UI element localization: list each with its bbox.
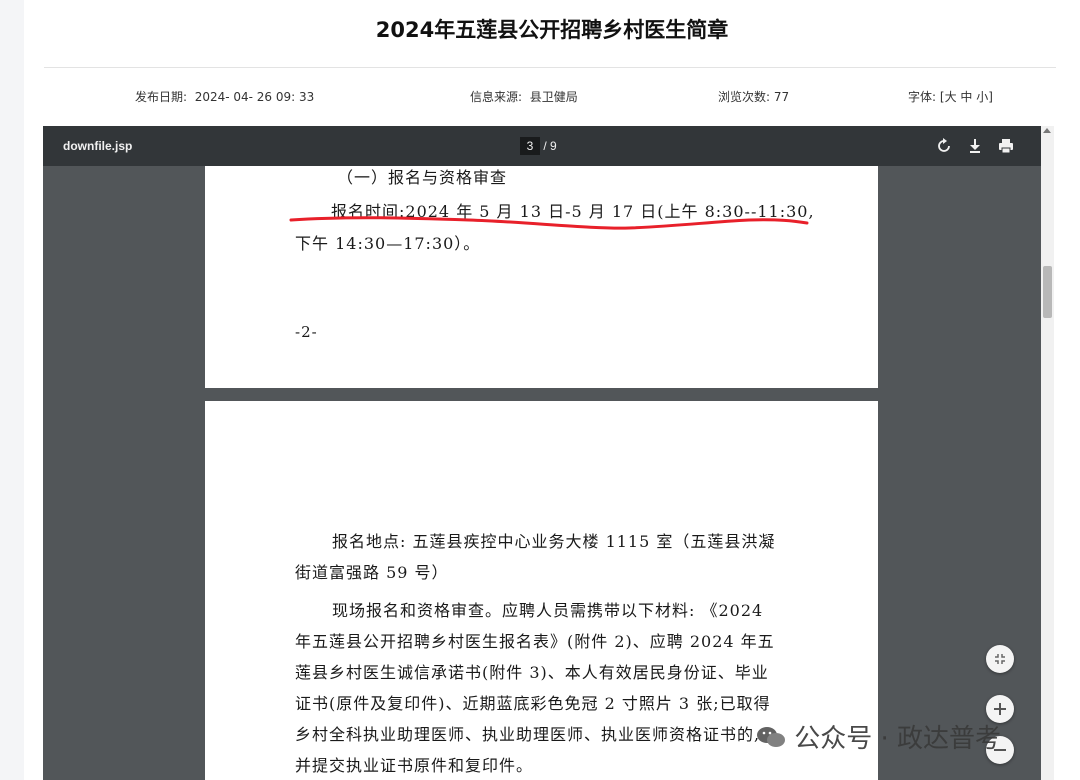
source: 信息来源: 县卫健局 [470, 88, 578, 105]
wechat-icon [757, 727, 785, 747]
publish-date: 发布日期: 2024- 04- 26 09: 33 [135, 88, 314, 105]
doc-line-2: 街道富强路 59 号） [295, 563, 449, 582]
rotate-icon[interactable] [936, 138, 952, 154]
font-medium-link[interactable]: 中 [960, 90, 972, 104]
font-small-link[interactable]: 小 [976, 90, 988, 104]
font-bracket-close: ] [988, 90, 993, 104]
doc-line-1: 报名地点: 五莲县疾控中心业务大楼 1115 室（五莲县洪凝 [332, 532, 776, 551]
doc-line-6: 证书(原件及复印件)、近期蓝底彩色免冠 2 寸照片 3 张;已取得 [295, 694, 771, 713]
page-number-footer: -2- [295, 323, 318, 341]
red-underline-annotation [289, 216, 809, 230]
pdf-toolbar: downfile.jsp 3 / 9 [43, 126, 1041, 166]
scroll-up-arrow-icon[interactable] [1043, 128, 1051, 133]
source-label: 信息来源: [470, 90, 523, 104]
doc-line-8: 并提交执业证书原件和复印件。 [295, 756, 534, 775]
publish-date-label: 发布日期: [135, 90, 188, 104]
page-number-input[interactable]: 3 [520, 137, 540, 155]
font-large-link[interactable]: 大 [945, 90, 957, 104]
fit-page-button[interactable] [986, 645, 1014, 673]
font-size-label: 字体: [908, 90, 937, 104]
page-indicator: 3 / 9 [520, 137, 557, 155]
page-total: 9 [550, 139, 557, 153]
doc-line-3: 现场报名和资格审查。应聘人员需携带以下材料: 《2024 [332, 601, 764, 620]
publish-date-value: 2024- 04- 26 09: 33 [194, 90, 315, 104]
print-icon[interactable] [998, 138, 1014, 154]
section-heading: （一）报名与资格审查 [337, 168, 508, 187]
watermark-text: 公众号 · 政达普考 [794, 724, 1002, 754]
page-separator: / [543, 139, 547, 153]
view-count-label: 浏览次数: [718, 90, 771, 104]
collapse-icon [995, 654, 1005, 664]
page-title: 2024年五莲县公开招聘乡村医生简章 [375, 18, 729, 42]
source-value: 县卫健局 [529, 90, 578, 104]
font-size-selector: 字体: [大 中 小] [908, 88, 993, 105]
doc-line-4: 年五莲县公开招聘乡村医生报名表》(附件 2)、应聘 2024 年五 [295, 632, 775, 651]
vertical-scrollbar[interactable] [1041, 126, 1054, 780]
doc-line-5: 莲县乡村医生诚信承诺书(附件 3)、本人有效居民身份证、毕业 [295, 663, 769, 682]
pdf-page-2: （一）报名与资格审查 报名时间:2024 年 5 月 13 日-5 月 17 日… [205, 166, 878, 388]
pdf-viewer: downfile.jsp 3 / 9 （一）报名与资格审查 报名时间:2024 … [43, 126, 1054, 780]
pdf-filename: downfile.jsp [63, 139, 133, 153]
scrollbar-thumb[interactable] [1043, 266, 1052, 318]
download-icon[interactable] [967, 138, 983, 154]
watermark: 公众号 · 政达普考 [756, 718, 1001, 755]
view-count: 浏览次数: 77 [718, 88, 789, 105]
doc-line-7: 乡村全科执业助理医师、执业助理医师、执业医师资格证书的, [295, 725, 761, 744]
view-count-value: 77 [773, 90, 790, 104]
title-divider [44, 67, 1056, 68]
